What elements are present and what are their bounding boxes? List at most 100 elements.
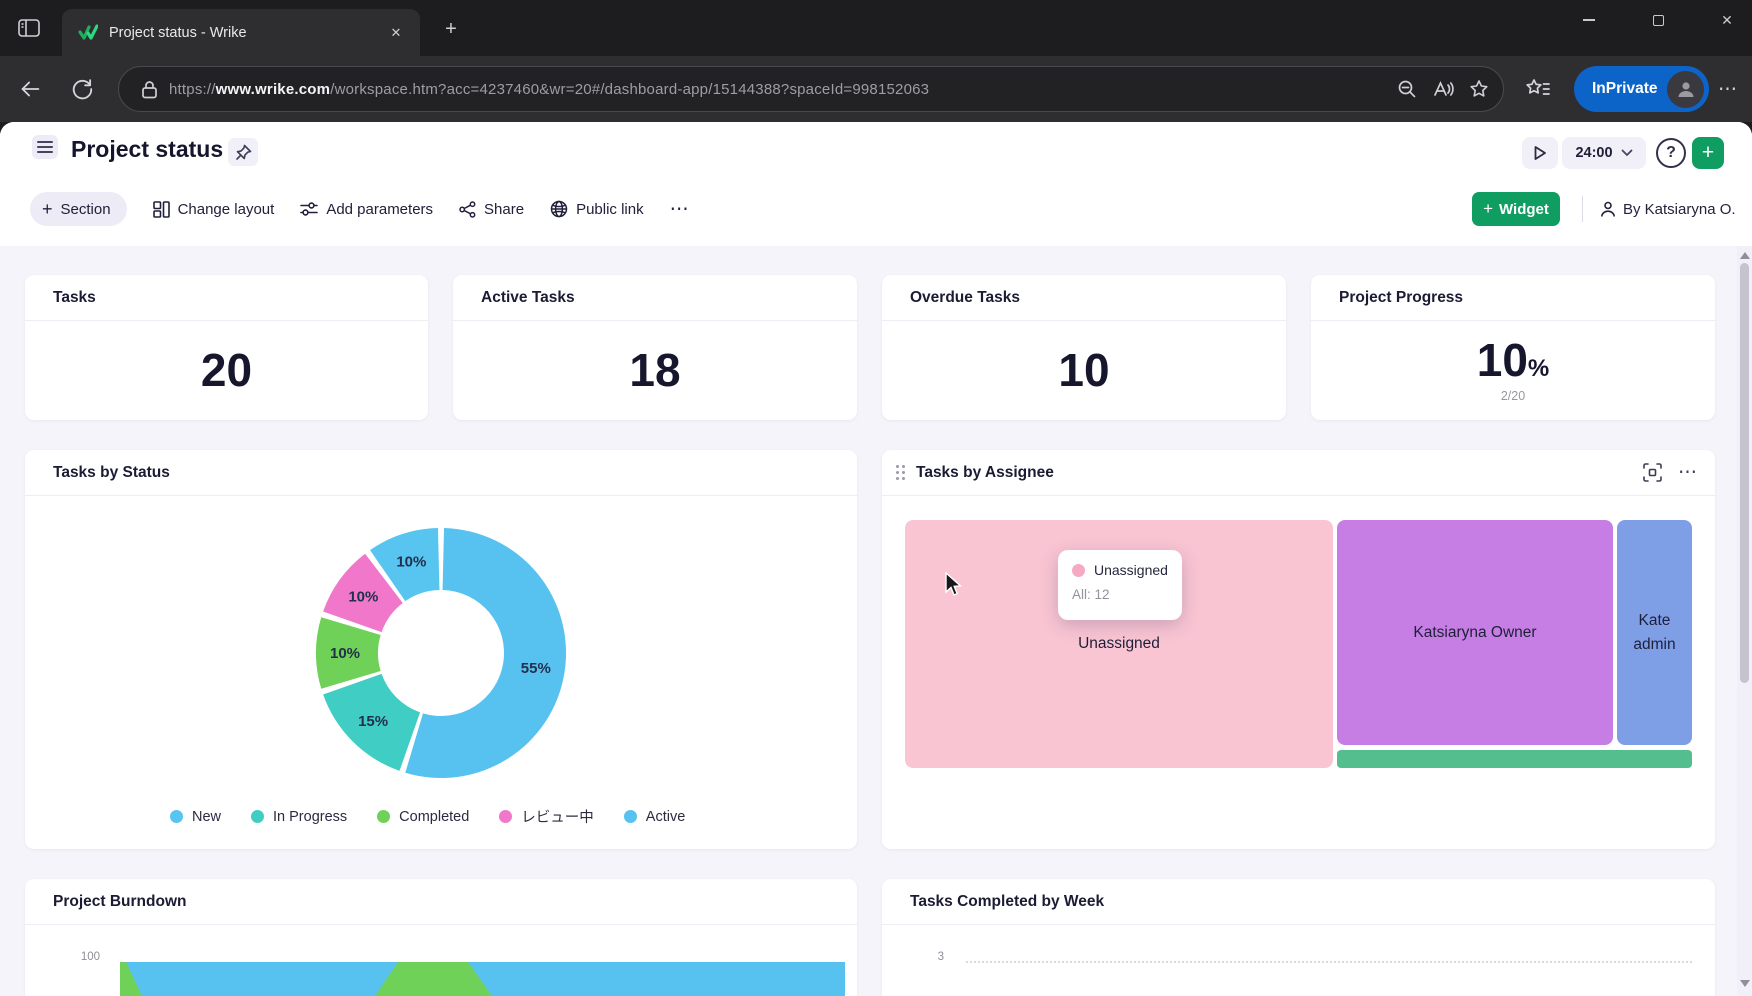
hamburger-menu-icon[interactable] [32,135,58,159]
browser-navbar: https://www.wrike.com/workspace.htm?acc=… [0,56,1752,122]
new-tab-button[interactable]: + [436,16,466,42]
zoom-out-icon[interactable] [1391,73,1423,105]
kpi-title: Tasks [53,289,96,307]
treemap-label: Katsiaryna Owner [1410,621,1540,645]
window-minimize-button[interactable] [1566,0,1612,40]
tab-close-icon[interactable]: ✕ [384,21,408,45]
browser-window: Project status - Wrike ✕ + ✕ https://www… [0,0,1752,996]
chevron-down-icon [1621,149,1633,157]
treemap-block-kate[interactable]: Kate admin [1617,520,1692,745]
add-widget-button[interactable]: + Widget [1472,192,1560,226]
change-layout-button[interactable]: Change layout [153,192,275,226]
toolbar-more-icon[interactable]: ⋯ [670,192,689,226]
donut-value-label: 10% [330,645,360,662]
legend-label: New [192,809,221,825]
profile-avatar[interactable] [1667,71,1704,108]
tooltip-detail: All: 12 [1072,587,1168,602]
kpi-card-overdue-tasks[interactable]: Overdue Tasks 10 [882,275,1286,420]
legend-item[interactable]: New [170,809,221,825]
widget-title: Tasks by Assignee [916,464,1054,482]
address-bar[interactable]: https://www.wrike.com/workspace.htm?acc=… [118,66,1504,112]
drag-handle-icon[interactable] [896,465,906,480]
maximize-icon [1653,15,1664,26]
tooltip-title: Unassigned [1094,562,1168,578]
treemap-label: Unassigned [1078,632,1160,656]
kpi-card-tasks[interactable]: Tasks 20 [25,275,428,420]
tab-strip: Project status - Wrike ✕ + ✕ [0,0,1752,56]
widget-title: Project Burndown [53,893,186,911]
treemap-block-small[interactable] [1337,750,1692,768]
kpi-title: Overdue Tasks [910,289,1020,307]
tab-title: Project status - Wrike [109,25,373,41]
pin-icon[interactable] [228,138,258,166]
play-button[interactable] [1522,137,1558,169]
scrollbar-up-arrow[interactable] [1740,252,1750,259]
author-byline[interactable]: By Katsiaryna O. [1600,192,1736,226]
kpi-value: 18 [629,347,680,393]
favorite-star-icon[interactable] [1463,73,1495,105]
refresh-icon[interactable] [60,67,104,111]
widget-more-icon[interactable]: ⋯ [1678,461,1697,484]
plus-icon: + [1483,199,1493,219]
legend-item[interactable]: レビュー中 [499,806,594,827]
kpi-value: 20 [201,347,252,393]
donut-value-label: 15% [358,713,388,730]
back-icon[interactable] [8,67,52,111]
widget-title: Tasks by Status [53,464,170,482]
kpi-card-project-progress[interactable]: Project Progress 10% 2/20 [1311,275,1715,420]
share-icon [459,201,476,218]
treemap-block-katsiaryna[interactable]: Katsiaryna Owner [1337,520,1613,745]
timer-value: 24:00 [1575,145,1612,161]
read-aloud-icon[interactable] [1427,73,1459,105]
legend-item[interactable]: Active [624,809,686,825]
favorites-bar-icon[interactable] [1516,67,1560,111]
focus-mode-icon[interactable] [1643,463,1662,482]
globe-icon [550,200,568,218]
sliders-icon [300,201,318,217]
browser-more-icon[interactable]: ⋯ [1706,67,1750,111]
kpi-card-active-tasks[interactable]: Active Tasks 18 [453,275,857,420]
share-button[interactable]: Share [459,192,524,226]
legend-dot-icon [377,810,390,823]
lock-icon [133,73,165,105]
donut-value-label: 10% [396,554,426,571]
scrollbar-thumb[interactable] [1740,263,1749,683]
donut-chart: 55% 15% 10% 10% 10% [301,513,581,793]
scrollbar-down-arrow[interactable] [1740,980,1750,987]
window-close-button[interactable]: ✕ [1704,0,1750,40]
kpi-value: 10 [1058,347,1109,393]
browser-tab[interactable]: Project status - Wrike ✕ [62,9,420,56]
timer-dropdown[interactable]: 24:00 [1562,137,1646,169]
inprivate-badge[interactable]: InPrivate [1574,66,1709,112]
legend-label: レビュー中 [521,806,594,827]
treemap-label: Kate admin [1625,609,1685,657]
url-text: https://www.wrike.com/workspace.htm?acc=… [169,81,1387,98]
legend-label: Active [646,809,686,825]
add-button[interactable]: + [1692,137,1724,169]
legend-item[interactable]: In Progress [251,809,347,825]
window-maximize-button[interactable] [1635,0,1681,40]
y-axis-tick: 100 [60,951,100,963]
dashboard-header: Project status 24:00 ? + + [0,122,1752,246]
donut-value-label: 10% [348,589,378,606]
legend-dot-icon [170,810,183,823]
gridline [966,961,1692,963]
legend-dot-icon [251,810,264,823]
header-divider [1582,196,1583,222]
tab-actions-icon[interactable] [12,14,46,42]
burndown-chart [120,930,845,996]
add-section-button[interactable]: + Section [30,192,127,226]
tasks-completed-widget: Tasks Completed by Week [882,879,1715,996]
kpi-title: Project Progress [1339,289,1463,307]
widget-title: Tasks Completed by Week [910,893,1104,911]
public-link-button[interactable]: Public link [550,192,644,226]
donut-value-label: 55% [521,660,551,677]
add-parameters-button[interactable]: Add parameters [300,192,433,226]
treemap-tooltip: Unassigned All: 12 [1058,550,1182,620]
mouse-cursor [944,572,966,598]
legend-item[interactable]: Completed [377,809,469,825]
help-button[interactable]: ? [1656,138,1686,168]
kpi-subvalue: 2/20 [1501,389,1525,403]
status-legend: New In Progress Completed レビュー中 Active [170,806,685,827]
kpi-title: Active Tasks [481,289,575,307]
